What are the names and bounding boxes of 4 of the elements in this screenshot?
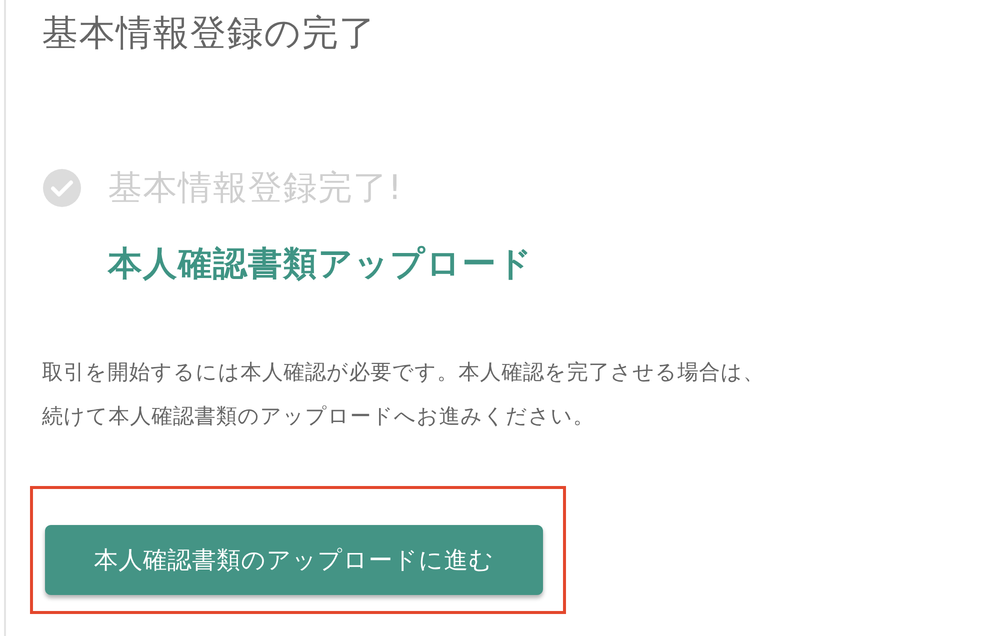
- step-label: 本人確認書類アップロード: [108, 243, 533, 286]
- page-title: 基本情報登録の完了: [42, 12, 377, 56]
- instruction-text: 取引を開始するには本人確認が必要です。本人確認を完了させる場合は、 続けて本人確認書類のアップロードへお進みください。: [42, 359, 766, 430]
- upload-button[interactable]: 本人確認書類のアップロードに進む: [45, 525, 543, 595]
